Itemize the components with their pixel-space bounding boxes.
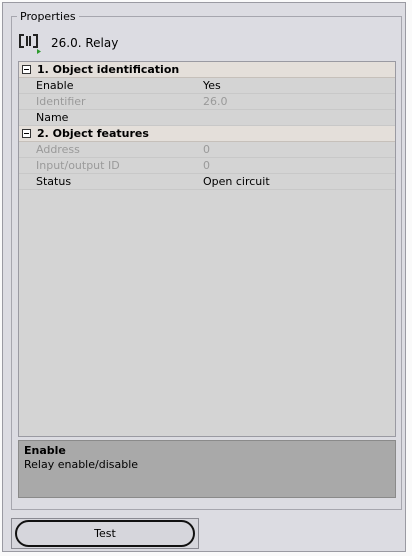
property-value: 0 (203, 159, 210, 172)
groupbox-title: Properties (17, 10, 79, 23)
property-value[interactable]: Open circuit (203, 175, 395, 188)
property-row-status[interactable]: Status Open circuit (19, 174, 395, 190)
minus-box-icon[interactable] (22, 129, 31, 138)
property-name: Status (36, 175, 72, 188)
property-row-name[interactable]: Name (19, 110, 395, 126)
property-name: Enable (36, 79, 74, 92)
property-row-identifier[interactable]: Identifier 26.0 (19, 94, 395, 110)
section-title: 1. Object identification (37, 63, 180, 76)
property-row-input-output-id[interactable]: Input/output ID 0 (19, 158, 395, 174)
property-row-address[interactable]: Address 0 (19, 142, 395, 158)
properties-panel: Properties 26.0. Relay 1. Object identif… (2, 2, 406, 552)
property-grid: 1. Object identification Enable Yes Iden… (18, 61, 396, 437)
object-title: 26.0. Relay (51, 36, 119, 50)
property-row-enable[interactable]: Enable Yes (19, 78, 395, 94)
object-header: 26.0. Relay (19, 32, 118, 54)
property-value: 0 (203, 143, 210, 156)
section-title: 2. Object features (37, 127, 149, 140)
description-title: Enable (24, 444, 66, 457)
minus-box-icon[interactable] (22, 65, 31, 74)
test-button[interactable]: Test (11, 518, 199, 549)
test-button-label: Test (94, 527, 116, 540)
property-name: Identifier (36, 95, 86, 108)
description-text: Relay enable/disable (24, 458, 139, 471)
property-name: Address (36, 143, 80, 156)
property-name: Input/output ID (36, 159, 120, 172)
relay-icon (19, 32, 41, 54)
section-object-features[interactable]: 2. Object features (19, 126, 395, 142)
property-value: 26.0 (203, 95, 228, 108)
property-value[interactable]: Yes (203, 79, 395, 92)
description-box: Enable Relay enable/disable (18, 440, 396, 498)
property-name: Name (36, 111, 69, 124)
section-object-identification[interactable]: 1. Object identification (19, 62, 395, 78)
